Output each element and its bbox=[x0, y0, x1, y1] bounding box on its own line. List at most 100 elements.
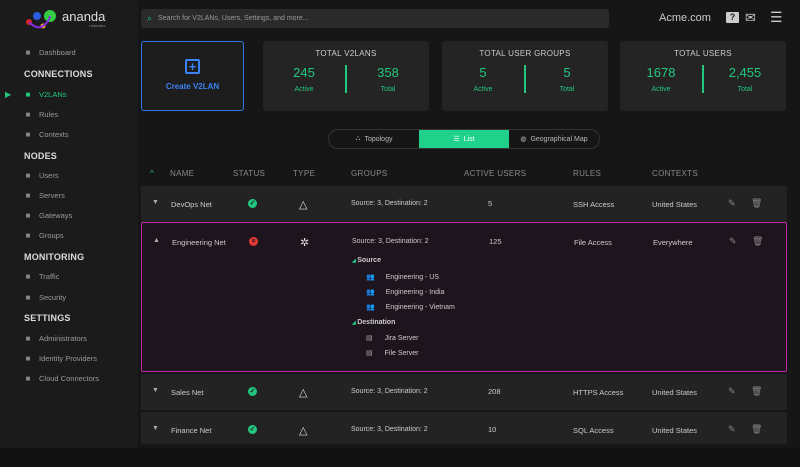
sidebar-item-label: Security bbox=[39, 293, 67, 302]
active-indicator-icon: ▶ bbox=[5, 90, 12, 99]
table-row[interactable]: ▼ DevOps Net ✓ △ Source: 3, Destination:… bbox=[141, 186, 787, 222]
shield-icon: ■ bbox=[25, 292, 31, 302]
row-contexts: United States bbox=[652, 426, 698, 435]
create-v2lan-button[interactable]: + Create V2LAN bbox=[141, 41, 244, 111]
destination-label: Destination bbox=[357, 319, 396, 326]
row-active-users: 208 bbox=[488, 387, 501, 396]
stat-title: TOTAL USERS bbox=[674, 49, 732, 58]
create-label: Create V2LAN bbox=[165, 82, 220, 91]
hub-type-icon: △ bbox=[299, 199, 308, 211]
status-error-icon: × bbox=[249, 237, 258, 246]
search-placeholder: Search for V2LANs, Users, Settings, and … bbox=[158, 15, 309, 22]
tab-list[interactable]: ☰ List bbox=[419, 130, 509, 148]
delete-icon[interactable]: 🗑 bbox=[751, 198, 762, 209]
network-icon: ■ bbox=[25, 89, 31, 99]
edit-icon[interactable]: ✎ bbox=[728, 424, 736, 435]
cloud-icon: ■ bbox=[25, 373, 31, 383]
row-rules: File Access bbox=[574, 238, 612, 247]
destination-heading[interactable]: ◢ Destination bbox=[352, 319, 395, 326]
row-contexts: Everywhere bbox=[653, 238, 693, 247]
stat-active-value: 245 bbox=[293, 65, 315, 80]
tab-label: List bbox=[463, 135, 475, 143]
stat-card: TOTAL USERS 1678 Active 2,455 Total bbox=[620, 41, 786, 111]
sidebar-item-label: Identity Providers bbox=[39, 354, 97, 363]
sidebar-item-rules[interactable]: ■ Rules bbox=[24, 110, 59, 119]
sidebar-item-identity-providers[interactable]: ■ Identity Providers bbox=[24, 354, 97, 363]
column-header[interactable]: GROUPS bbox=[351, 169, 387, 178]
tab-geographical-map[interactable]: ◍ Geographical Map bbox=[509, 130, 599, 148]
column-header[interactable]: ACTIVE USERS bbox=[464, 169, 526, 178]
column-header[interactable]: STATUS bbox=[233, 169, 265, 178]
sidebar-item-gateways[interactable]: ■ Gateways bbox=[24, 210, 73, 220]
source-label: Source bbox=[357, 257, 381, 264]
edit-icon[interactable]: ✎ bbox=[729, 236, 737, 247]
row-active-users: 5 bbox=[488, 199, 493, 208]
sidebar-item-v2lans[interactable]: ■ V2LANs bbox=[24, 90, 67, 99]
source-heading[interactable]: ◢ Source bbox=[352, 257, 381, 264]
sidebar-item-label: Administrators bbox=[39, 334, 87, 343]
sidebar-item-users[interactable]: ■ Users bbox=[24, 171, 59, 180]
stat-total-label: Total bbox=[559, 86, 575, 93]
delete-icon[interactable]: 🗑 bbox=[751, 424, 762, 435]
expand-row-icon[interactable]: ▼ bbox=[152, 387, 159, 394]
row-contexts: United States bbox=[652, 388, 698, 397]
sidebar-item-servers[interactable]: ■ Servers bbox=[24, 191, 65, 200]
column-header[interactable]: CONTEXTS bbox=[652, 169, 698, 178]
delete-icon[interactable]: 🗑 bbox=[751, 386, 762, 397]
sidebar-item-cloud-connectors[interactable]: ■ Cloud Connectors bbox=[24, 374, 99, 383]
row-name: Engineering Net bbox=[172, 238, 226, 247]
sidebar-item-contexts[interactable]: ■ Contexts bbox=[24, 130, 69, 139]
sidebar-section-title: SETTINGS bbox=[24, 313, 71, 323]
stat-card: TOTAL V2LANS 245 Active 358 Total bbox=[263, 41, 429, 111]
row-groups: Source: 3, Destination: 2 bbox=[351, 426, 428, 433]
delete-icon[interactable]: 🗑 bbox=[752, 236, 763, 247]
stat-total-value: 358 bbox=[377, 65, 399, 80]
collapse-row-icon[interactable]: ▲ bbox=[153, 237, 160, 244]
search-icon: ⌕ bbox=[147, 13, 153, 23]
mail-icon[interactable]: ✉ bbox=[745, 10, 756, 26]
row-active-users: 10 bbox=[488, 425, 497, 434]
sidebar-item-label: Servers bbox=[39, 191, 65, 200]
menu-icon[interactable]: ☰ bbox=[770, 9, 783, 26]
hub-type-icon: △ bbox=[299, 425, 308, 437]
sidebar-item-label: Rules bbox=[39, 110, 59, 119]
search-input[interactable]: ⌕ Search for V2LANs, Users, Settings, and… bbox=[141, 9, 609, 28]
source-group: 👥 Engineering - India bbox=[366, 288, 444, 296]
sidebar-item-traffic[interactable]: ■ Traffic bbox=[24, 271, 60, 281]
footer-bar bbox=[0, 448, 800, 467]
sidebar-item-label: Users bbox=[39, 171, 59, 180]
row-rules: SSH Access bbox=[573, 200, 615, 209]
row-groups: Source: 3, Destination: 2 bbox=[351, 388, 428, 395]
row-name: Finance Net bbox=[171, 426, 212, 435]
sidebar-item-security[interactable]: ■ Security bbox=[24, 292, 67, 302]
dashboard-icon: ■ bbox=[25, 47, 31, 57]
source-group-name: Engineering - India bbox=[385, 289, 445, 296]
column-header[interactable]: RULES bbox=[573, 169, 601, 178]
stat-title: TOTAL V2LANS bbox=[315, 49, 377, 58]
stat-active-value: 5 bbox=[479, 65, 487, 80]
source-group: 👥 Engineering - US bbox=[366, 273, 439, 281]
sidebar-item-administrators[interactable]: ■ Administrators bbox=[24, 334, 87, 343]
row-rules: SQL Access bbox=[573, 426, 614, 435]
table-row[interactable]: ▼ Finance Net ✓ △ Source: 3, Destination… bbox=[141, 412, 787, 444]
tab-topology[interactable]: ⛬ Topology bbox=[329, 130, 419, 148]
id-card-icon: ■ bbox=[25, 353, 31, 363]
gateway-icon: ■ bbox=[25, 210, 31, 220]
row-contexts: United States bbox=[652, 200, 698, 209]
column-header[interactable]: TYPE bbox=[293, 169, 315, 178]
row-groups: Source: 3, Destination: 2 bbox=[351, 200, 428, 207]
expand-row-icon[interactable]: ▼ bbox=[152, 199, 159, 206]
destination-server: ▤ Jira Server bbox=[366, 334, 418, 342]
edit-icon[interactable]: ✎ bbox=[728, 386, 736, 397]
table-row[interactable]: ▲ Engineering Net × ✲ Source: 3, Destina… bbox=[141, 222, 787, 372]
edit-icon[interactable]: ✎ bbox=[728, 198, 736, 209]
sidebar-item-dashboard[interactable]: ■ Dashboard bbox=[24, 48, 76, 57]
help-icon[interactable]: ? bbox=[726, 12, 739, 23]
collapse-all-icon[interactable]: ^ bbox=[150, 169, 154, 178]
column-header[interactable]: NAME bbox=[170, 169, 194, 178]
pulse-icon: ■ bbox=[25, 271, 31, 281]
org-name[interactable]: Acme.com bbox=[659, 12, 711, 24]
expand-row-icon[interactable]: ▼ bbox=[152, 425, 159, 432]
sidebar-item-groups[interactable]: ■ Groups bbox=[24, 231, 64, 240]
table-row[interactable]: ▼ Sales Net ✓ △ Source: 3, Destination: … bbox=[141, 374, 787, 410]
